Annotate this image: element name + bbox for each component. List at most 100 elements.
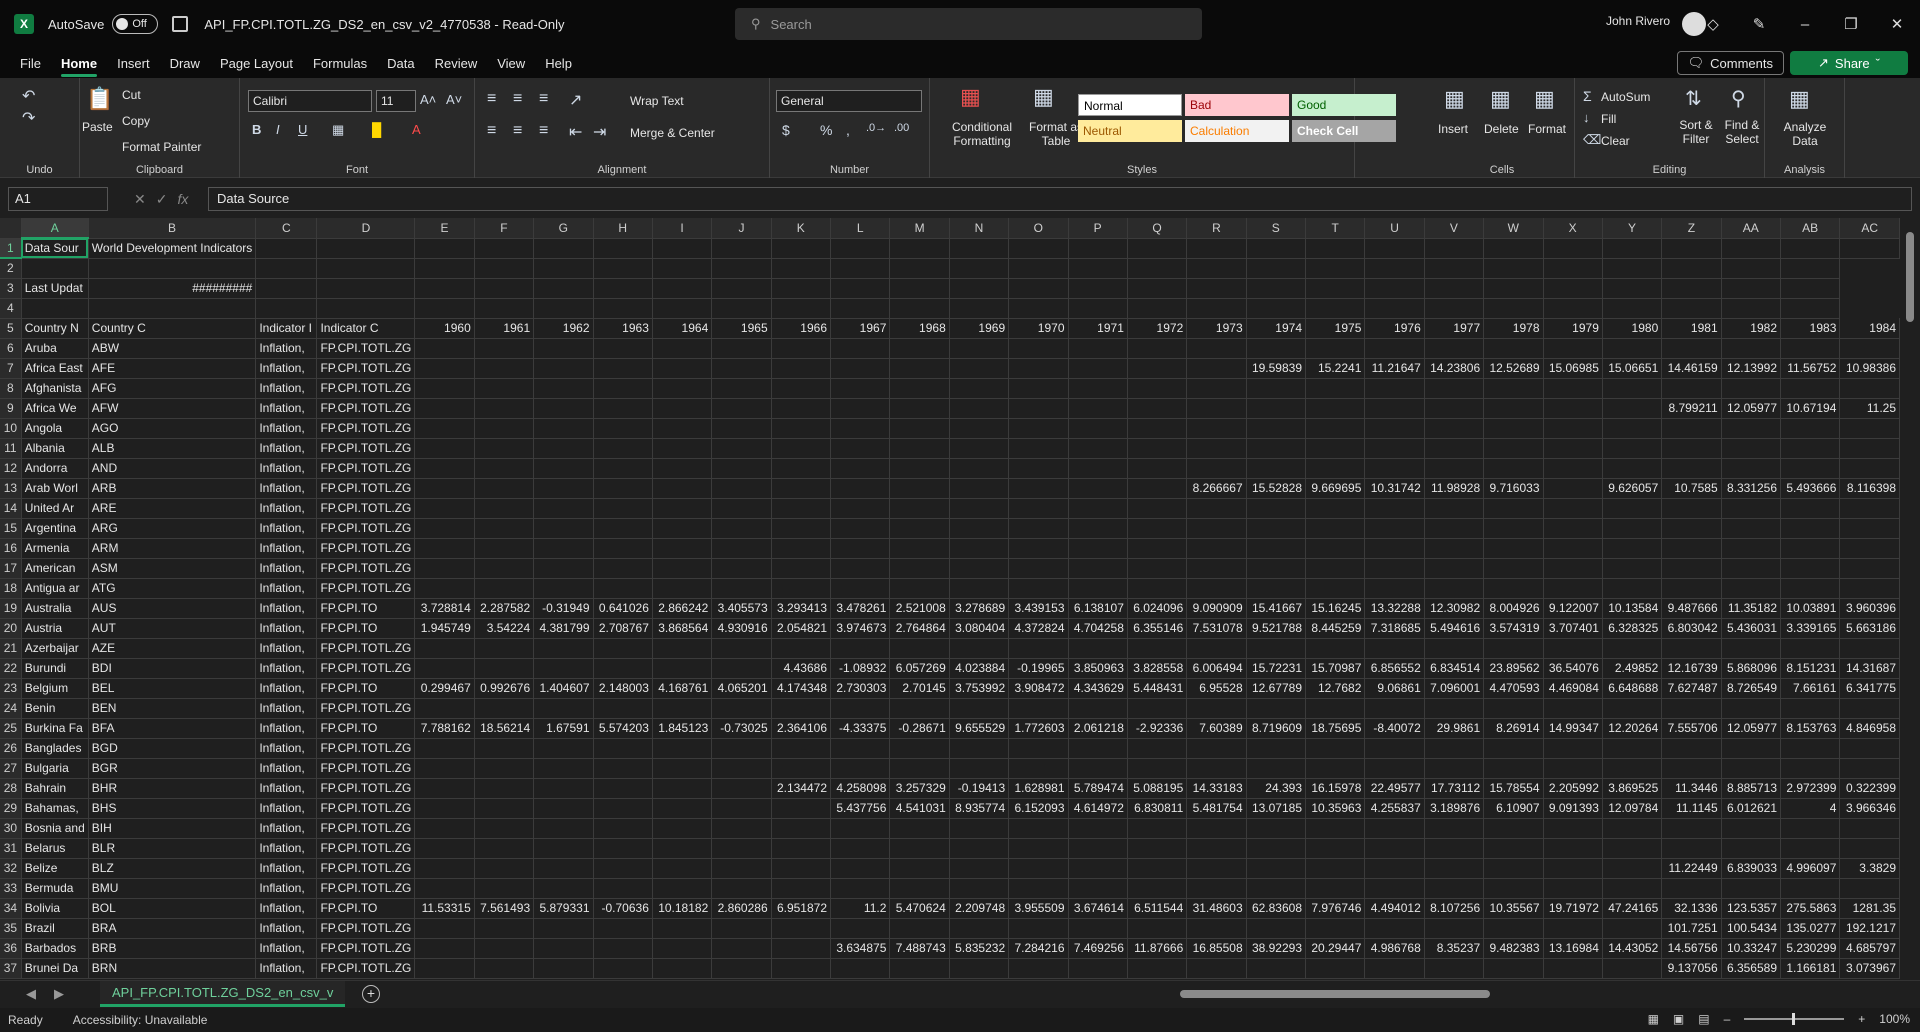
cell[interactable]: [1008, 558, 1069, 579]
cell[interactable]: [1483, 818, 1544, 839]
cell[interactable]: [711, 358, 772, 379]
cell[interactable]: 3.073967: [1839, 958, 1900, 979]
cell[interactable]: [1543, 758, 1603, 779]
cell[interactable]: 11.1145: [1661, 798, 1722, 819]
cell[interactable]: [1780, 558, 1841, 579]
cell[interactable]: [1483, 278, 1544, 299]
cell[interactable]: [1602, 298, 1663, 319]
cell[interactable]: [1780, 278, 1841, 299]
cell[interactable]: Armenia: [21, 538, 89, 559]
row-header[interactable]: 10: [0, 418, 22, 439]
cell[interactable]: 5.574203: [593, 718, 653, 739]
close-icon[interactable]: ✕: [1874, 15, 1920, 33]
cell[interactable]: 6.138107: [1068, 598, 1128, 619]
cell[interactable]: [711, 938, 772, 959]
vertical-scroll-thumb[interactable]: [1906, 232, 1914, 322]
cell[interactable]: 19.71972: [1543, 898, 1603, 919]
cell[interactable]: 2.49852: [1602, 658, 1663, 679]
cell[interactable]: [316, 298, 416, 319]
cell[interactable]: 9.716033: [1483, 478, 1544, 499]
cell[interactable]: [889, 858, 950, 879]
cell[interactable]: 23.89562: [1483, 658, 1544, 679]
cell[interactable]: 3.960396: [1839, 598, 1900, 619]
cell[interactable]: [414, 278, 475, 299]
cell[interactable]: Inflation,: [255, 758, 318, 779]
cell[interactable]: 4.541031: [889, 798, 950, 819]
cell[interactable]: [830, 278, 891, 299]
cell[interactable]: 8.151231: [1780, 658, 1841, 679]
cell[interactable]: [1602, 818, 1663, 839]
cell[interactable]: [652, 578, 713, 599]
cell[interactable]: AFW: [88, 398, 257, 419]
row-header[interactable]: 7: [0, 358, 22, 379]
select-all-corner[interactable]: [0, 218, 22, 239]
cell[interactable]: [711, 698, 772, 719]
column-header-y[interactable]: Y: [1602, 218, 1663, 239]
cell[interactable]: [414, 818, 475, 839]
cell[interactable]: 4.469084: [1543, 678, 1603, 699]
cell[interactable]: [1186, 358, 1247, 379]
row-header[interactable]: 34: [0, 898, 22, 919]
sheet-table[interactable]: A B C D E F G H I J K L M N O P Q R S T U V W X Y Z AA AB AC 1 Data S…: [0, 218, 1900, 979]
font-name-select[interactable]: Calibri: [248, 90, 372, 112]
cell[interactable]: AGO: [88, 418, 257, 439]
cell[interactable]: [711, 578, 772, 599]
cell[interactable]: AFE: [88, 358, 257, 379]
cell[interactable]: [533, 838, 594, 859]
cell[interactable]: [1602, 498, 1663, 519]
style-good[interactable]: Good: [1292, 94, 1396, 116]
cell[interactable]: [889, 458, 950, 479]
cell[interactable]: [652, 858, 713, 879]
cell[interactable]: [474, 838, 535, 859]
style-calculation[interactable]: Calculation: [1185, 120, 1289, 142]
cell[interactable]: [1364, 918, 1425, 939]
cell[interactable]: [21, 258, 89, 279]
cell[interactable]: [1721, 538, 1782, 559]
cell[interactable]: 10.98386: [1839, 358, 1900, 379]
cell[interactable]: [414, 498, 475, 519]
cell[interactable]: [1602, 878, 1663, 899]
cell[interactable]: 1975: [1305, 318, 1366, 339]
cell[interactable]: 4.343629: [1068, 678, 1128, 699]
cell[interactable]: [593, 758, 653, 779]
cell[interactable]: [1364, 758, 1425, 779]
cell[interactable]: [1721, 258, 1782, 279]
cell[interactable]: [1483, 438, 1544, 459]
cell[interactable]: [652, 418, 713, 439]
cell[interactable]: AUS: [88, 598, 257, 619]
number-format-select[interactable]: General: [776, 90, 922, 112]
increase-font-icon[interactable]: A˄: [420, 92, 436, 107]
cell[interactable]: [1068, 578, 1128, 599]
tab-page-layout[interactable]: Page Layout: [220, 56, 293, 71]
cell[interactable]: 9.655529: [949, 718, 1010, 739]
cell[interactable]: BIH: [88, 818, 257, 839]
cell[interactable]: [533, 518, 594, 539]
cell[interactable]: [1246, 238, 1307, 259]
cell[interactable]: [593, 418, 653, 439]
cell[interactable]: [711, 498, 772, 519]
cell[interactable]: 3.478261: [830, 598, 891, 619]
cell[interactable]: 9.669695: [1305, 478, 1366, 499]
bold-icon[interactable]: B: [252, 122, 261, 137]
cell[interactable]: [1186, 278, 1247, 299]
cell[interactable]: [652, 778, 713, 799]
cell[interactable]: [1305, 458, 1366, 479]
cell[interactable]: [1424, 298, 1485, 319]
pen-icon[interactable]: ✎: [1736, 15, 1782, 33]
cell[interactable]: [414, 698, 475, 719]
cell[interactable]: 3.189876: [1424, 798, 1485, 819]
cell[interactable]: [1008, 758, 1069, 779]
cell[interactable]: 6.006494: [1186, 658, 1247, 679]
cell[interactable]: [1543, 398, 1603, 419]
cell[interactable]: 1962: [533, 318, 594, 339]
cell[interactable]: [414, 838, 475, 859]
cell[interactable]: [889, 258, 950, 279]
cell[interactable]: 2.287582: [474, 598, 535, 619]
cell[interactable]: [593, 518, 653, 539]
cell[interactable]: [1661, 578, 1722, 599]
cell[interactable]: [1721, 878, 1782, 899]
row-header[interactable]: 22: [0, 658, 22, 679]
cell[interactable]: [1186, 438, 1247, 459]
share-button[interactable]: ↗ Share ˇ: [1790, 51, 1908, 75]
cell[interactable]: [1068, 558, 1128, 579]
